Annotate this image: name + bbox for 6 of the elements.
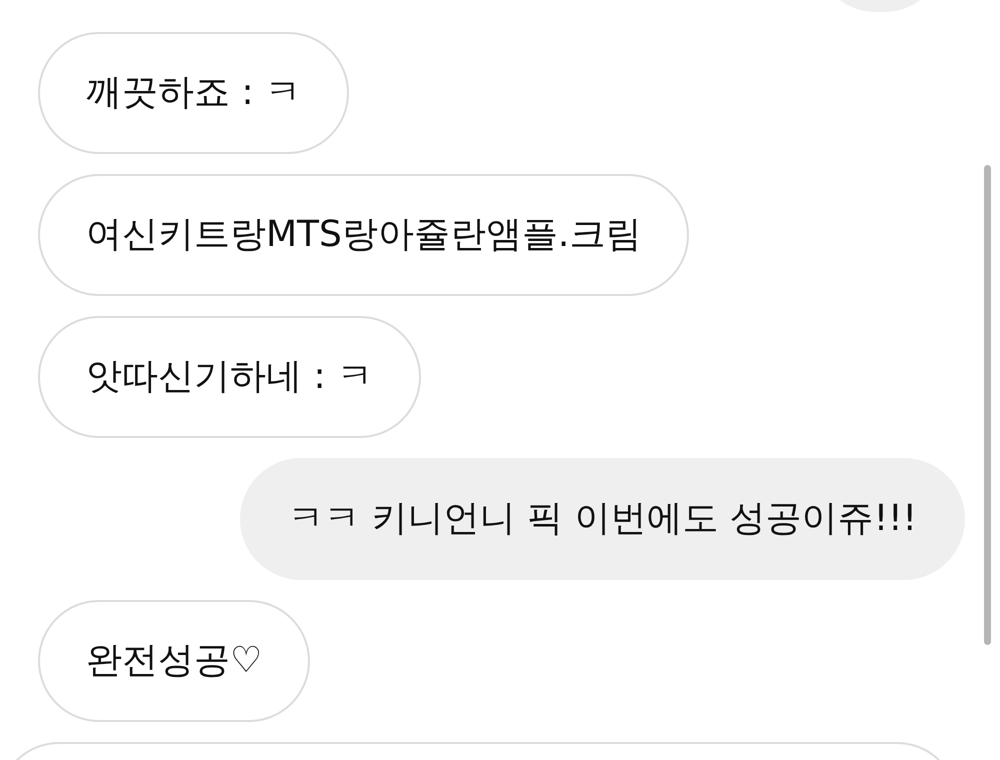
sent-message-bubble: ㅋㅋ 키니언니 픽 이번에도 성공이쥬!!!	[240, 458, 965, 580]
received-message-bubble: 여신키트랑MTS랑아쥴란앰플.크림	[38, 174, 690, 296]
received-message-bubble: 깨끗하죠 : ㅋ	[38, 32, 350, 154]
scrollbar-thumb[interactable]	[984, 165, 991, 645]
received-message-bubble: 완전성공♡	[38, 600, 310, 722]
received-message-bubble: 앗따신기하네 : ㅋ	[38, 316, 422, 438]
